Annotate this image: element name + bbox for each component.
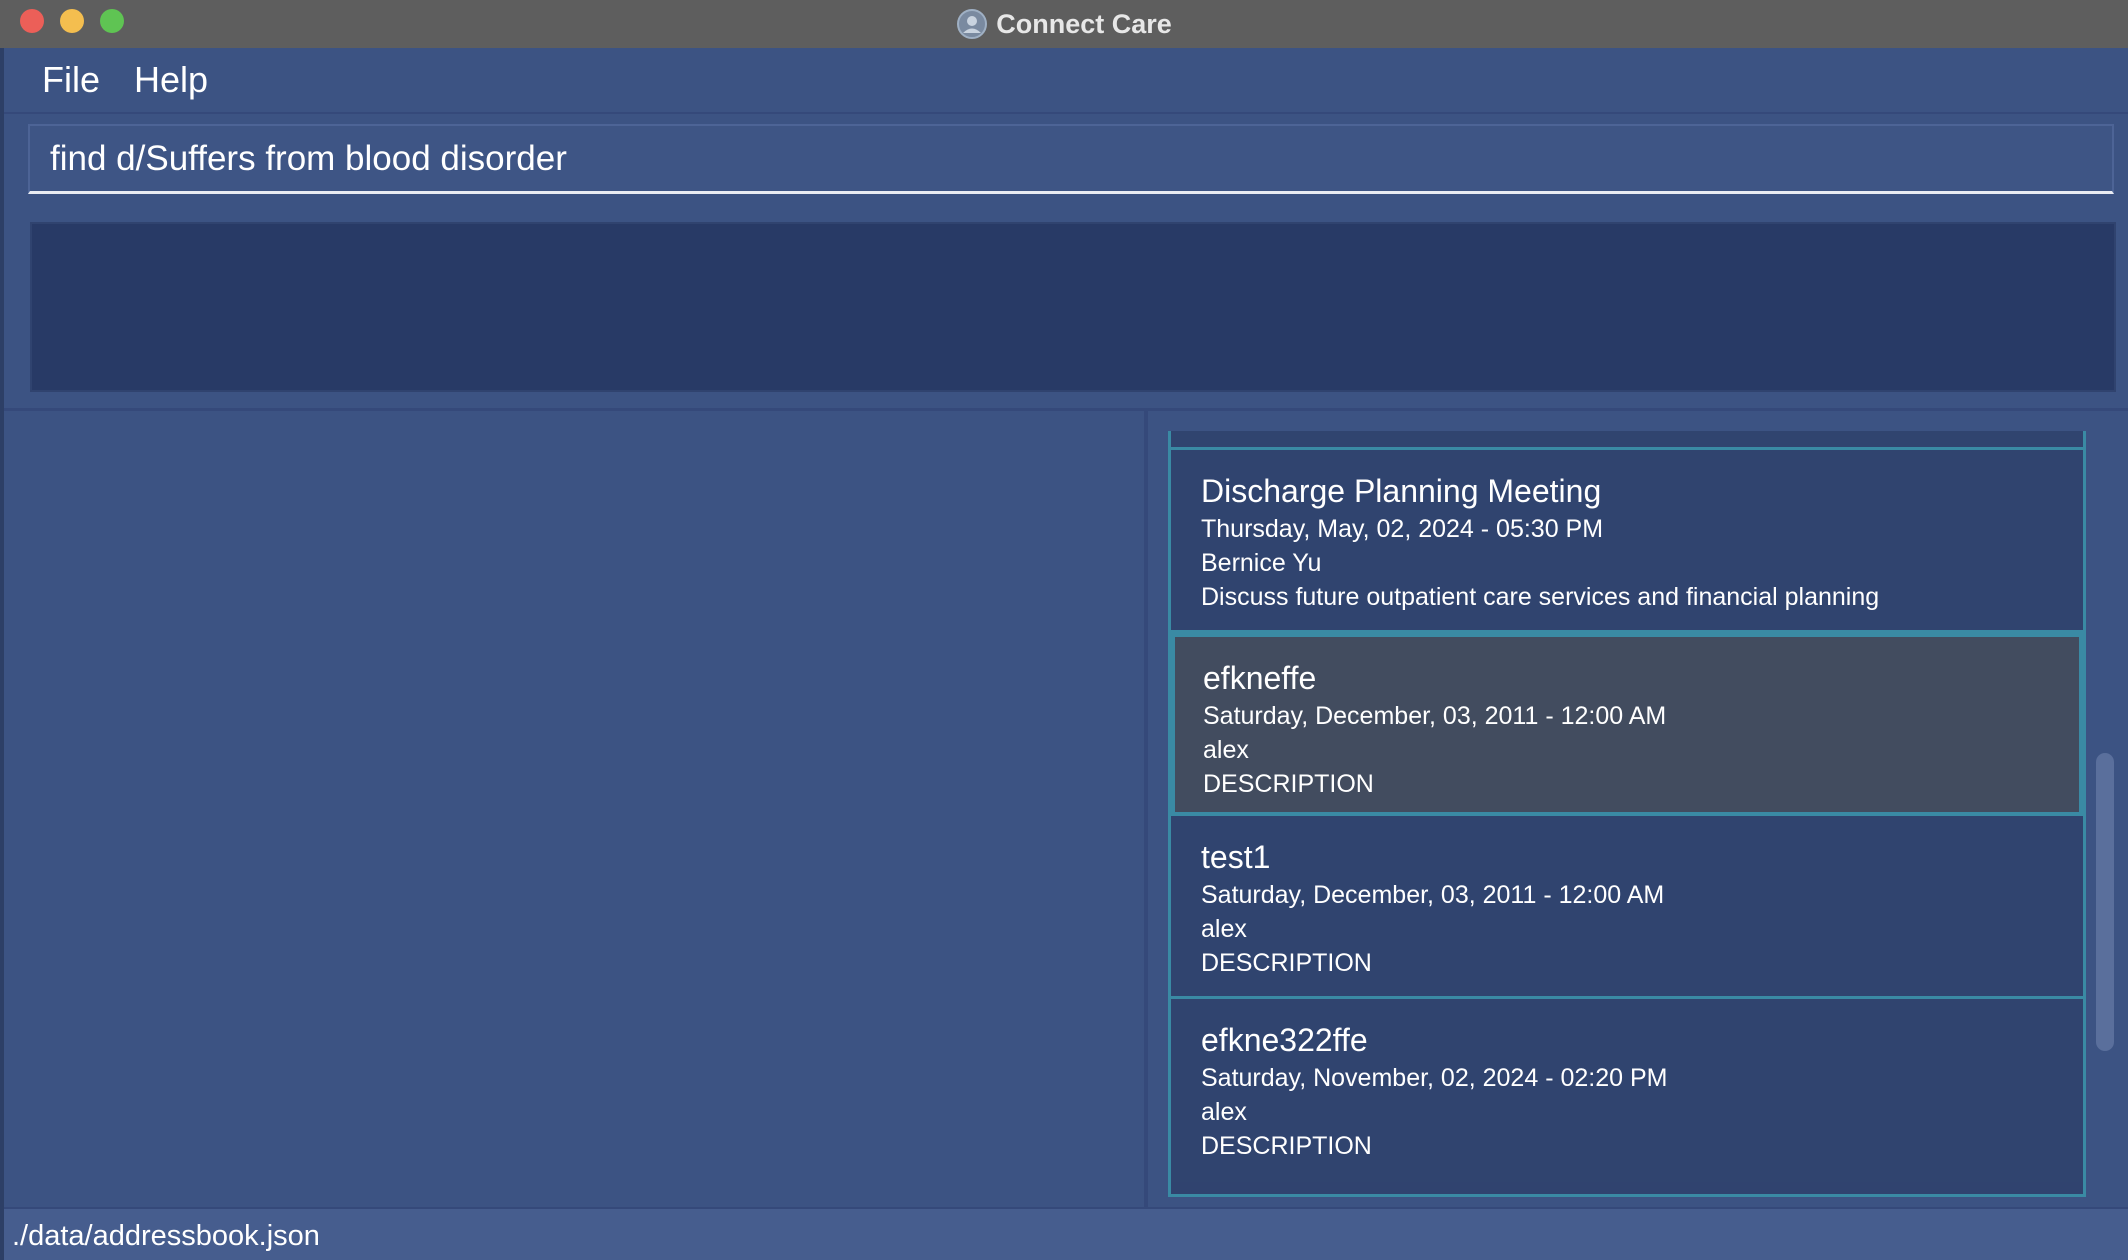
appointment-person: alex <box>1201 915 1247 943</box>
menu-help[interactable]: Help <box>130 58 212 102</box>
scrollbar-thumb[interactable] <box>2096 753 2114 1051</box>
appointment-card-selected[interactable]: efkneffe Saturday, December, 03, 2011 - … <box>1171 633 2083 816</box>
save-location-path: ./data/addressbook.json <box>12 1220 320 1252</box>
appointment-title: Discharge Planning Meeting <box>1201 473 1602 509</box>
appointment-title: efkneffe <box>1203 660 1317 696</box>
appointment-person: alex <box>1201 1098 1247 1126</box>
appointment-datetime: Saturday, December, 03, 2011 - 12:00 AM <box>1201 881 1665 909</box>
appointment-person: Bernice Yu <box>1201 549 1322 577</box>
title-bar[interactable]: Connect Care <box>0 0 2128 49</box>
maximize-window-button[interactable] <box>100 9 124 33</box>
appointment-datetime: Thursday, May, 02, 2024 - 05:30 PM <box>1201 515 1604 543</box>
menu-bar: File Help <box>4 48 2128 114</box>
appointment-description: DESCRIPTION <box>1201 949 1372 977</box>
appointment-card[interactable]: test1 Saturday, December, 03, 2011 - 12:… <box>1171 816 2083 999</box>
command-box-area <box>4 114 2128 212</box>
status-bar: ./data/addressbook.json <box>4 1207 2128 1260</box>
title-wrap: Connect Care <box>0 0 2128 48</box>
person-list-panel <box>4 411 1144 1207</box>
list-item-partial[interactable] <box>1171 431 2083 450</box>
menu-file[interactable]: File <box>38 58 104 102</box>
appointment-description: Discuss future outpatient care services … <box>1201 583 1880 611</box>
appointment-person: alex <box>1203 736 1249 764</box>
appointment-description: DESCRIPTION <box>1201 1132 1372 1160</box>
appointment-list-scrollbar[interactable] <box>2092 431 2118 1197</box>
result-display <box>30 222 2116 392</box>
command-input[interactable] <box>28 124 2114 194</box>
appointment-card[interactable]: Discharge Planning Meeting Thursday, May… <box>1171 450 2083 633</box>
close-window-button[interactable] <box>20 9 44 33</box>
appointment-datetime: Saturday, December, 03, 2011 - 12:00 AM <box>1203 702 1667 730</box>
appointment-card[interactable]: efkne322ffe Saturday, November, 02, 2024… <box>1171 999 2083 1182</box>
appointment-title: test1 <box>1201 839 1271 875</box>
window-title: Connect Care <box>996 8 1172 39</box>
result-display-area <box>4 212 2128 411</box>
app-logo-icon <box>957 9 988 39</box>
minimize-window-button[interactable] <box>60 9 84 33</box>
app-window: Connect Care File Help Discharge Plannin… <box>0 0 2128 1260</box>
appointment-description: DESCRIPTION <box>1203 770 1374 798</box>
appointment-list-panel: Discharge Planning Meeting Thursday, May… <box>1148 411 2128 1207</box>
appointment-datetime: Saturday, November, 02, 2024 - 02:20 PM <box>1201 1064 1668 1092</box>
appointment-title: efkne322ffe <box>1201 1022 1368 1058</box>
appointment-list[interactable]: Discharge Planning Meeting Thursday, May… <box>1168 431 2086 1197</box>
